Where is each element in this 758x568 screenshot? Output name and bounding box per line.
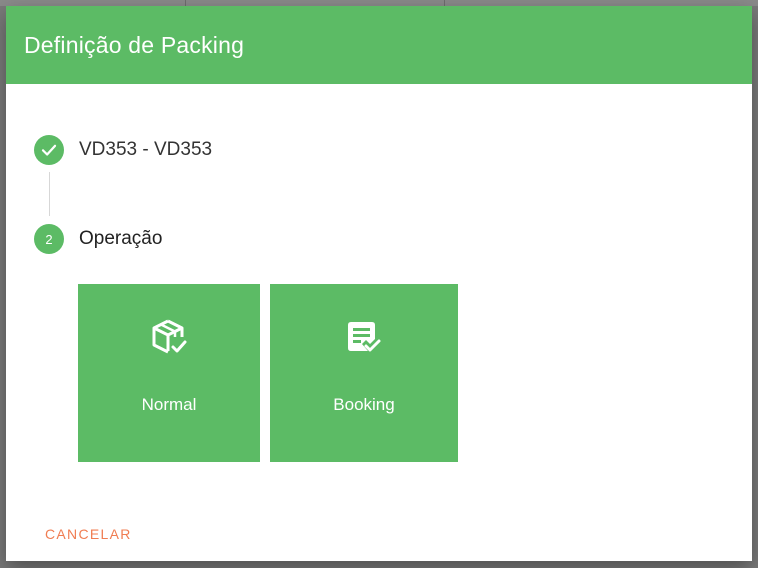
operation-options: Normal Booking [78, 284, 458, 462]
cancel-button[interactable]: CANCELAR [34, 520, 143, 548]
step-2: 2 Operação [34, 224, 162, 254]
booking-operation-button[interactable]: Booking [270, 284, 458, 462]
step-1[interactable]: VD353 - VD353 [34, 135, 212, 165]
package-check-icon [149, 318, 189, 358]
normal-operation-label: Normal [141, 395, 197, 414]
step-connector [49, 172, 50, 216]
document-check-icon [344, 318, 384, 358]
normal-operation-button[interactable]: Normal [78, 284, 260, 462]
packing-definition-dialog: Definição de Packing VD353 - VD353 2 Ope… [6, 6, 752, 561]
dialog-title: Definição de Packing [24, 31, 245, 58]
check-icon [34, 135, 64, 165]
step-2-label: Operação [79, 228, 163, 249]
dialog-header: Definição de Packing [6, 6, 752, 84]
step-1-label: VD353 - VD353 [79, 139, 213, 160]
step-2-number: 2 [34, 224, 64, 254]
booking-operation-label: Booking [333, 395, 395, 414]
